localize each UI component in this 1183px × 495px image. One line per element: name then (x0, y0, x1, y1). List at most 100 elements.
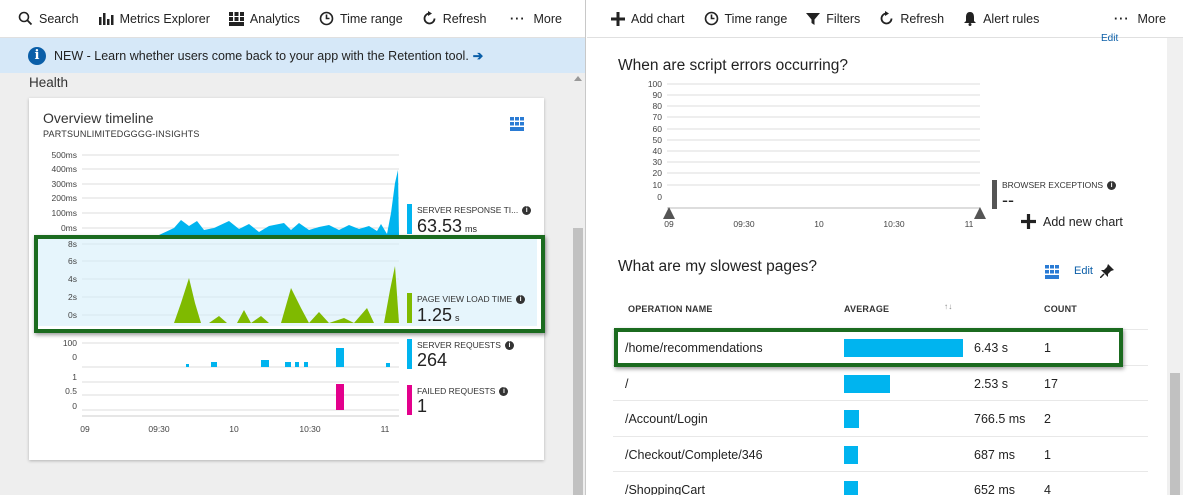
col-operation-name[interactable]: OPERATION NAME (628, 304, 713, 314)
sr-tick-0: 500ms (51, 150, 77, 160)
browser-exceptions-legend[interactable]: BROWSER EXCEPTIONS i (1002, 180, 1117, 191)
search-icon (18, 11, 33, 26)
right-blade: Add chart Time range Filters Refresh Ale… (587, 0, 1183, 495)
server-requests-legend-bar (407, 339, 412, 369)
left-toolbar: Search Metrics Explorer Analytics Time r… (0, 0, 585, 38)
refresh-label: Refresh (442, 11, 487, 26)
more-label: More (1137, 12, 1166, 26)
info-icon: i (28, 46, 46, 65)
col-count[interactable]: COUNT (1044, 304, 1077, 314)
se-tick-4: 60 (653, 124, 663, 134)
info-icon[interactable]: i (1107, 181, 1117, 191)
info-icon[interactable]: i (504, 341, 514, 351)
average-cell: 2.53 s (974, 376, 1009, 391)
refresh-label: Refresh (900, 11, 945, 26)
right-scrollbar[interactable] (1167, 38, 1183, 495)
metrics-explorer-button[interactable]: Metrics Explorer (88, 0, 219, 38)
time-range-label: Time range (724, 11, 788, 26)
banner-text: NEW - Learn whether users come back to y… (54, 48, 469, 63)
analytics-button[interactable]: Analytics (219, 0, 309, 38)
server-requests-bars (186, 348, 390, 367)
server-response-number: 63.53 (417, 216, 463, 236)
server-response-legend[interactable]: SERVER RESPONSE TI... i (417, 205, 532, 216)
slowest-pages-edit-link[interactable]: Edit (1074, 265, 1093, 277)
time-range-label: Time range (339, 11, 403, 26)
slowest-pages-title: What are my slowest pages? (618, 258, 818, 275)
arrow-right-icon: ➔ (472, 49, 484, 63)
failed-requests-legend-bar (407, 385, 412, 415)
add-chart-button[interactable]: Add chart (603, 0, 694, 38)
search-button[interactable]: Search (8, 0, 88, 38)
server-requests-legend[interactable]: SERVER REQUESTS i (417, 340, 514, 351)
table-row[interactable]: /ShoppingCart 652 ms 4 (613, 471, 1148, 495)
refresh-button[interactable]: Refresh (869, 0, 953, 38)
server-requests-value: 264 (417, 350, 448, 370)
search-label: Search (39, 11, 79, 26)
filter-icon (806, 12, 821, 25)
scrollbar-thumb[interactable] (1170, 373, 1180, 495)
left-scrollbar[interactable] (571, 73, 585, 495)
fail-tick-0: 1 (72, 372, 77, 382)
sr-tick-5: 0ms (61, 223, 77, 233)
se-x-tick-0: 09 (664, 219, 674, 229)
add-new-chart-button[interactable]: Add new chart (1021, 214, 1123, 229)
info-icon[interactable]: i (499, 387, 509, 397)
col-average[interactable]: AVERAGE (844, 304, 889, 314)
browser-exceptions-value: -- (1002, 190, 1014, 210)
operation-name-cell: /Account/Login (625, 412, 708, 426)
filters-label: Filters (826, 11, 861, 26)
analytics-label: Analytics (249, 11, 300, 26)
more-button[interactable]: ··· More (500, 0, 571, 38)
se-tick-2: 80 (653, 101, 663, 111)
time-range-button[interactable]: Time range (309, 0, 412, 38)
average-bar (844, 410, 859, 428)
range-start-handle-icon[interactable] (663, 207, 675, 219)
se-tick-8: 20 (653, 168, 663, 178)
scrollbar-thumb[interactable] (573, 228, 583, 495)
more-label: More (533, 12, 562, 26)
sort-icon[interactable]: ↑↓ (944, 302, 952, 311)
count-cell: 2 (1044, 412, 1051, 426)
range-end-handle-icon[interactable] (974, 207, 986, 219)
failed-requests-bar (336, 384, 344, 410)
clock-icon (319, 11, 334, 26)
plus-icon (611, 11, 625, 26)
table-row[interactable]: /Checkout/Complete/346 687 ms 1 (613, 435, 1148, 472)
operation-name-cell: / (625, 376, 629, 391)
script-errors-title: When are script errors occurring? (618, 57, 848, 74)
analytics-icon (228, 11, 244, 26)
info-icon[interactable]: i (522, 206, 532, 216)
se-tick-6: 40 (653, 146, 663, 156)
grid-icon[interactable] (1045, 265, 1059, 279)
average-cell: 687 ms (974, 447, 1015, 462)
se-x-tick-2: 10 (814, 219, 824, 229)
server-requests-grid (82, 342, 399, 368)
metrics-explorer-label: Metrics Explorer (119, 11, 210, 26)
sr-tick-1: 400ms (51, 164, 77, 174)
x-tick-1: 09:30 (148, 424, 170, 434)
se-tick-7: 30 (653, 157, 663, 167)
alert-rules-label: Alert rules (983, 11, 1040, 26)
operation-name-cell: /ShoppingCart (625, 483, 705, 495)
failed-requests-legend[interactable]: FAILED REQUESTS i (417, 386, 509, 397)
time-range-button[interactable]: Time range (694, 0, 797, 38)
refresh-icon (880, 11, 893, 25)
req-tick-0: 100 (63, 338, 77, 348)
average-bar (844, 481, 858, 495)
x-tick-4: 11 (381, 424, 390, 434)
ellipsis-icon: ··· (510, 12, 526, 26)
filters-button[interactable]: Filters (796, 0, 869, 38)
retention-banner[interactable]: i NEW - Learn whether users come back to… (0, 38, 585, 73)
operation-name-cell: /Checkout/Complete/346 (625, 447, 763, 462)
se-tick-10: 0 (657, 192, 662, 202)
refresh-button[interactable]: Refresh (412, 0, 496, 38)
scroll-up-icon[interactable] (574, 76, 582, 81)
pin-icon[interactable] (1100, 264, 1114, 278)
alert-rules-button[interactable]: Alert rules (953, 0, 1048, 38)
server-response-label: SERVER RESPONSE TI... (417, 205, 519, 215)
table-row[interactable]: /Account/Login 766.5 ms 2 (613, 400, 1148, 436)
top-edit-link[interactable]: Edit (1101, 33, 1118, 44)
browser-exceptions-label: BROWSER EXCEPTIONS (1002, 180, 1104, 190)
server-requests-label: SERVER REQUESTS (417, 340, 501, 350)
table-row[interactable]: / 2.53 s 17 (613, 364, 1148, 401)
